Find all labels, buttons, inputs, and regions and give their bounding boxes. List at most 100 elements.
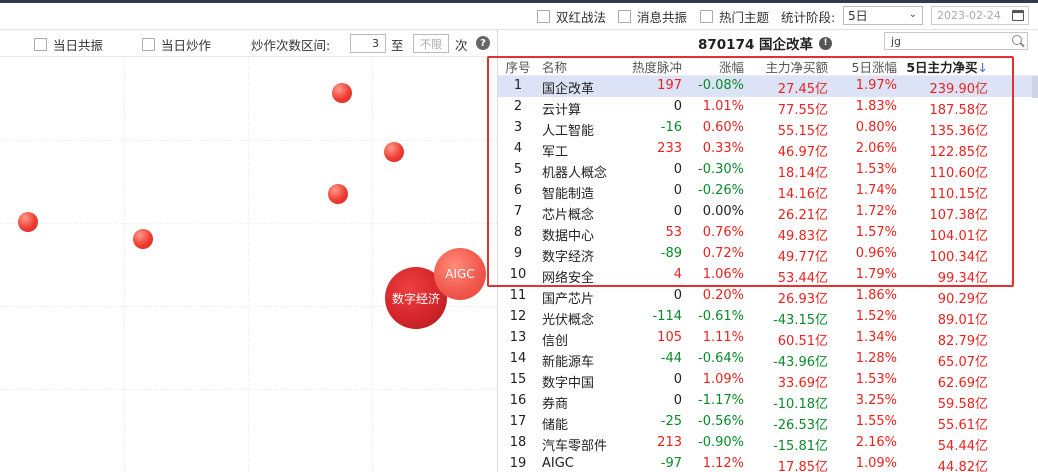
- concept-bubble[interactable]: [332, 83, 352, 103]
- search-input[interactable]: jg: [884, 32, 1028, 50]
- panel-title-text: 870174 国企改革: [698, 37, 814, 53]
- table-row[interactable]: 18 汽车零部件 213 -0.90% -15.81亿 2.16% 54.44亿: [498, 433, 1038, 454]
- table-row[interactable]: 17 储能 -25 -0.56% -26.53亿 1.55% 55.61亿: [498, 412, 1038, 433]
- row-index: 10: [509, 267, 527, 282]
- table-row[interactable]: 5 机器人概念 0 -0.30% 18.14亿 1.53% 110.60亿: [498, 160, 1038, 181]
- table-row[interactable]: 9 数字经济 -89 0.72% 49.77亿 0.96% 100.34亿: [498, 244, 1038, 265]
- table-row[interactable]: 7 芯片概念 0 0.00% 26.21亿 1.72% 107.38亿: [498, 202, 1038, 223]
- double-red-checkbox[interactable]: 双红战法: [537, 7, 606, 26]
- concept-bubble[interactable]: [133, 229, 153, 249]
- concept-bubble[interactable]: [384, 142, 404, 162]
- row-5d-net-buy: 187.58亿: [929, 103, 989, 118]
- row-net-buy: 17.85亿: [777, 460, 828, 472]
- row-index: 16: [509, 393, 527, 408]
- row-index: 18: [509, 435, 527, 450]
- bubble-filter-bar: 当日共振 当日炒作 炒作次数区间: 3 至 不限 次 ?: [0, 30, 497, 57]
- row-net-buy: 46.97亿: [777, 145, 828, 160]
- row-heat: 0: [673, 162, 682, 177]
- table-header: 序号 名称 热度脉冲 涨幅 主力净买额 5日涨幅 5日主力净买↓: [498, 54, 1038, 78]
- row-5d-net-buy: 110.60亿: [929, 166, 989, 181]
- table-row[interactable]: 13 信创 105 1.11% 60.51亿 1.34% 82.79亿: [498, 328, 1038, 349]
- table-row[interactable]: 4 军工 233 0.33% 46.97亿 2.06% 122.85亿: [498, 139, 1038, 160]
- row-index: 6: [513, 183, 523, 198]
- help-icon[interactable]: ?: [476, 36, 490, 50]
- row-5d-net-buy: 65.07亿: [937, 355, 988, 370]
- row-index: 3: [513, 120, 523, 135]
- row-net-buy: -26.53亿: [773, 418, 828, 433]
- col-heat[interactable]: 热度脉冲: [608, 57, 682, 76]
- row-5d-net-buy: 54.44亿: [937, 439, 988, 454]
- table-row[interactable]: 3 人工智能 -16 0.60% 55.15亿 0.80% 135.36亿: [498, 118, 1038, 139]
- concept-bubble[interactable]: [328, 184, 348, 204]
- row-net-buy: 77.55亿: [777, 103, 828, 118]
- table-row[interactable]: 11 国产芯片 0 0.20% 26.93亿 1.86% 90.29亿: [498, 286, 1038, 307]
- hot-topic-checkbox[interactable]: 热门主题: [700, 7, 769, 26]
- row-index: 11: [509, 288, 527, 303]
- row-5d-change: 1.72%: [855, 204, 897, 219]
- search-icon[interactable]: [1012, 35, 1022, 45]
- row-5d-change: 2.16%: [855, 435, 897, 450]
- table-row[interactable]: 19 AIGC -97 1.12% 17.85亿 1.09% 44.82亿: [498, 454, 1038, 472]
- row-5d-net-buy: 59.58亿: [937, 397, 988, 412]
- row-change: -0.64%: [698, 351, 744, 366]
- range-label: 炒作次数区间:: [251, 38, 331, 53]
- concept-panel-header: 870174 国企改革 ! jg: [498, 30, 1038, 54]
- row-net-buy: 18.14亿: [777, 166, 828, 181]
- col-change[interactable]: 涨幅: [684, 57, 744, 76]
- concept-bubble[interactable]: [18, 212, 38, 232]
- scrollbar-thumb[interactable]: [1032, 76, 1038, 98]
- row-heat: 197: [657, 78, 682, 93]
- table-row[interactable]: 2 云计算 0 1.01% 77.55亿 1.83% 187.58亿: [498, 97, 1038, 118]
- calendar-icon[interactable]: [1012, 10, 1024, 21]
- stage-select[interactable]: 5日 ⌄: [843, 6, 923, 25]
- same-day-hype-checkbox[interactable]: 当日炒作: [142, 35, 211, 54]
- row-net-buy: 49.83亿: [777, 229, 828, 244]
- col-net-buy[interactable]: 主力净买额: [748, 57, 828, 76]
- row-5d-change: 1.34%: [855, 330, 897, 345]
- row-net-buy: 33.69亿: [777, 376, 828, 391]
- table-row[interactable]: 10 网络安全 4 1.06% 53.44亿 1.79% 99.34亿: [498, 265, 1038, 286]
- table-row[interactable]: 12 光伏概念 -114 -0.61% -43.15亿 1.52% 89.01亿: [498, 307, 1038, 328]
- row-change: -0.90%: [698, 435, 744, 450]
- table-row[interactable]: 6 智能制造 0 -0.26% 14.16亿 1.74% 110.15亿: [498, 181, 1038, 202]
- row-net-buy: 27.45亿: [777, 82, 828, 97]
- table-row[interactable]: 16 券商 0 -1.17% -10.18亿 3.25% 59.58亿: [498, 391, 1038, 412]
- row-index: 9: [513, 246, 523, 261]
- row-5d-change: 0.80%: [855, 120, 897, 135]
- row-change: 0.33%: [702, 141, 744, 156]
- row-5d-net-buy: 62.69亿: [937, 376, 988, 391]
- row-change: 1.11%: [702, 330, 744, 345]
- row-heat: -114: [652, 309, 682, 324]
- row-5d-change: 1.53%: [855, 372, 897, 387]
- col-5d-net-buy[interactable]: 5日主力净买↓: [902, 57, 988, 78]
- row-5d-change: 1.79%: [855, 267, 897, 282]
- aigc-bubble[interactable]: AIGC: [434, 248, 486, 300]
- table-row[interactable]: 1 国企改革 197 -0.08% 27.45亿 1.97% 239.90亿: [498, 76, 1038, 97]
- news-resonance-checkbox[interactable]: 消息共振: [618, 7, 687, 26]
- row-5d-change: 1.52%: [855, 309, 897, 324]
- table-row[interactable]: 15 数字中国 0 1.09% 33.69亿 1.53% 62.69亿: [498, 370, 1038, 391]
- same-day-resonance-label: 当日共振: [53, 38, 104, 53]
- range-max-input[interactable]: 不限: [413, 34, 449, 53]
- row-change: 0.60%: [702, 120, 744, 135]
- col-idx[interactable]: 序号: [498, 57, 538, 76]
- col-5d-change[interactable]: 5日涨幅: [833, 57, 897, 76]
- bubble-label: 数字经济: [391, 291, 440, 306]
- same-day-resonance-checkbox[interactable]: 当日共振: [34, 35, 103, 54]
- chevron-down-icon: ⌄: [908, 9, 917, 20]
- row-index: 19: [509, 456, 527, 471]
- table-row[interactable]: 14 新能源车 -44 -0.64% -43.96亿 1.28% 65.07亿: [498, 349, 1038, 370]
- row-change: -0.30%: [698, 162, 744, 177]
- date-picker[interactable]: 2023-02-24: [931, 6, 1029, 25]
- row-index: 13: [509, 330, 527, 345]
- range-min-input[interactable]: 3: [350, 34, 386, 53]
- table-row[interactable]: 8 数据中心 53 0.76% 49.83亿 1.57% 104.01亿: [498, 223, 1038, 244]
- row-net-buy: 14.16亿: [777, 187, 828, 202]
- info-icon[interactable]: !: [819, 36, 833, 50]
- checkbox-icon: [142, 38, 155, 51]
- double-red-label: 双红战法: [556, 10, 607, 25]
- row-index: 2: [513, 99, 523, 114]
- panel-title: 870174 国企改革 !: [698, 33, 833, 53]
- row-heat: -97: [660, 456, 682, 471]
- row-change: 1.09%: [702, 372, 744, 387]
